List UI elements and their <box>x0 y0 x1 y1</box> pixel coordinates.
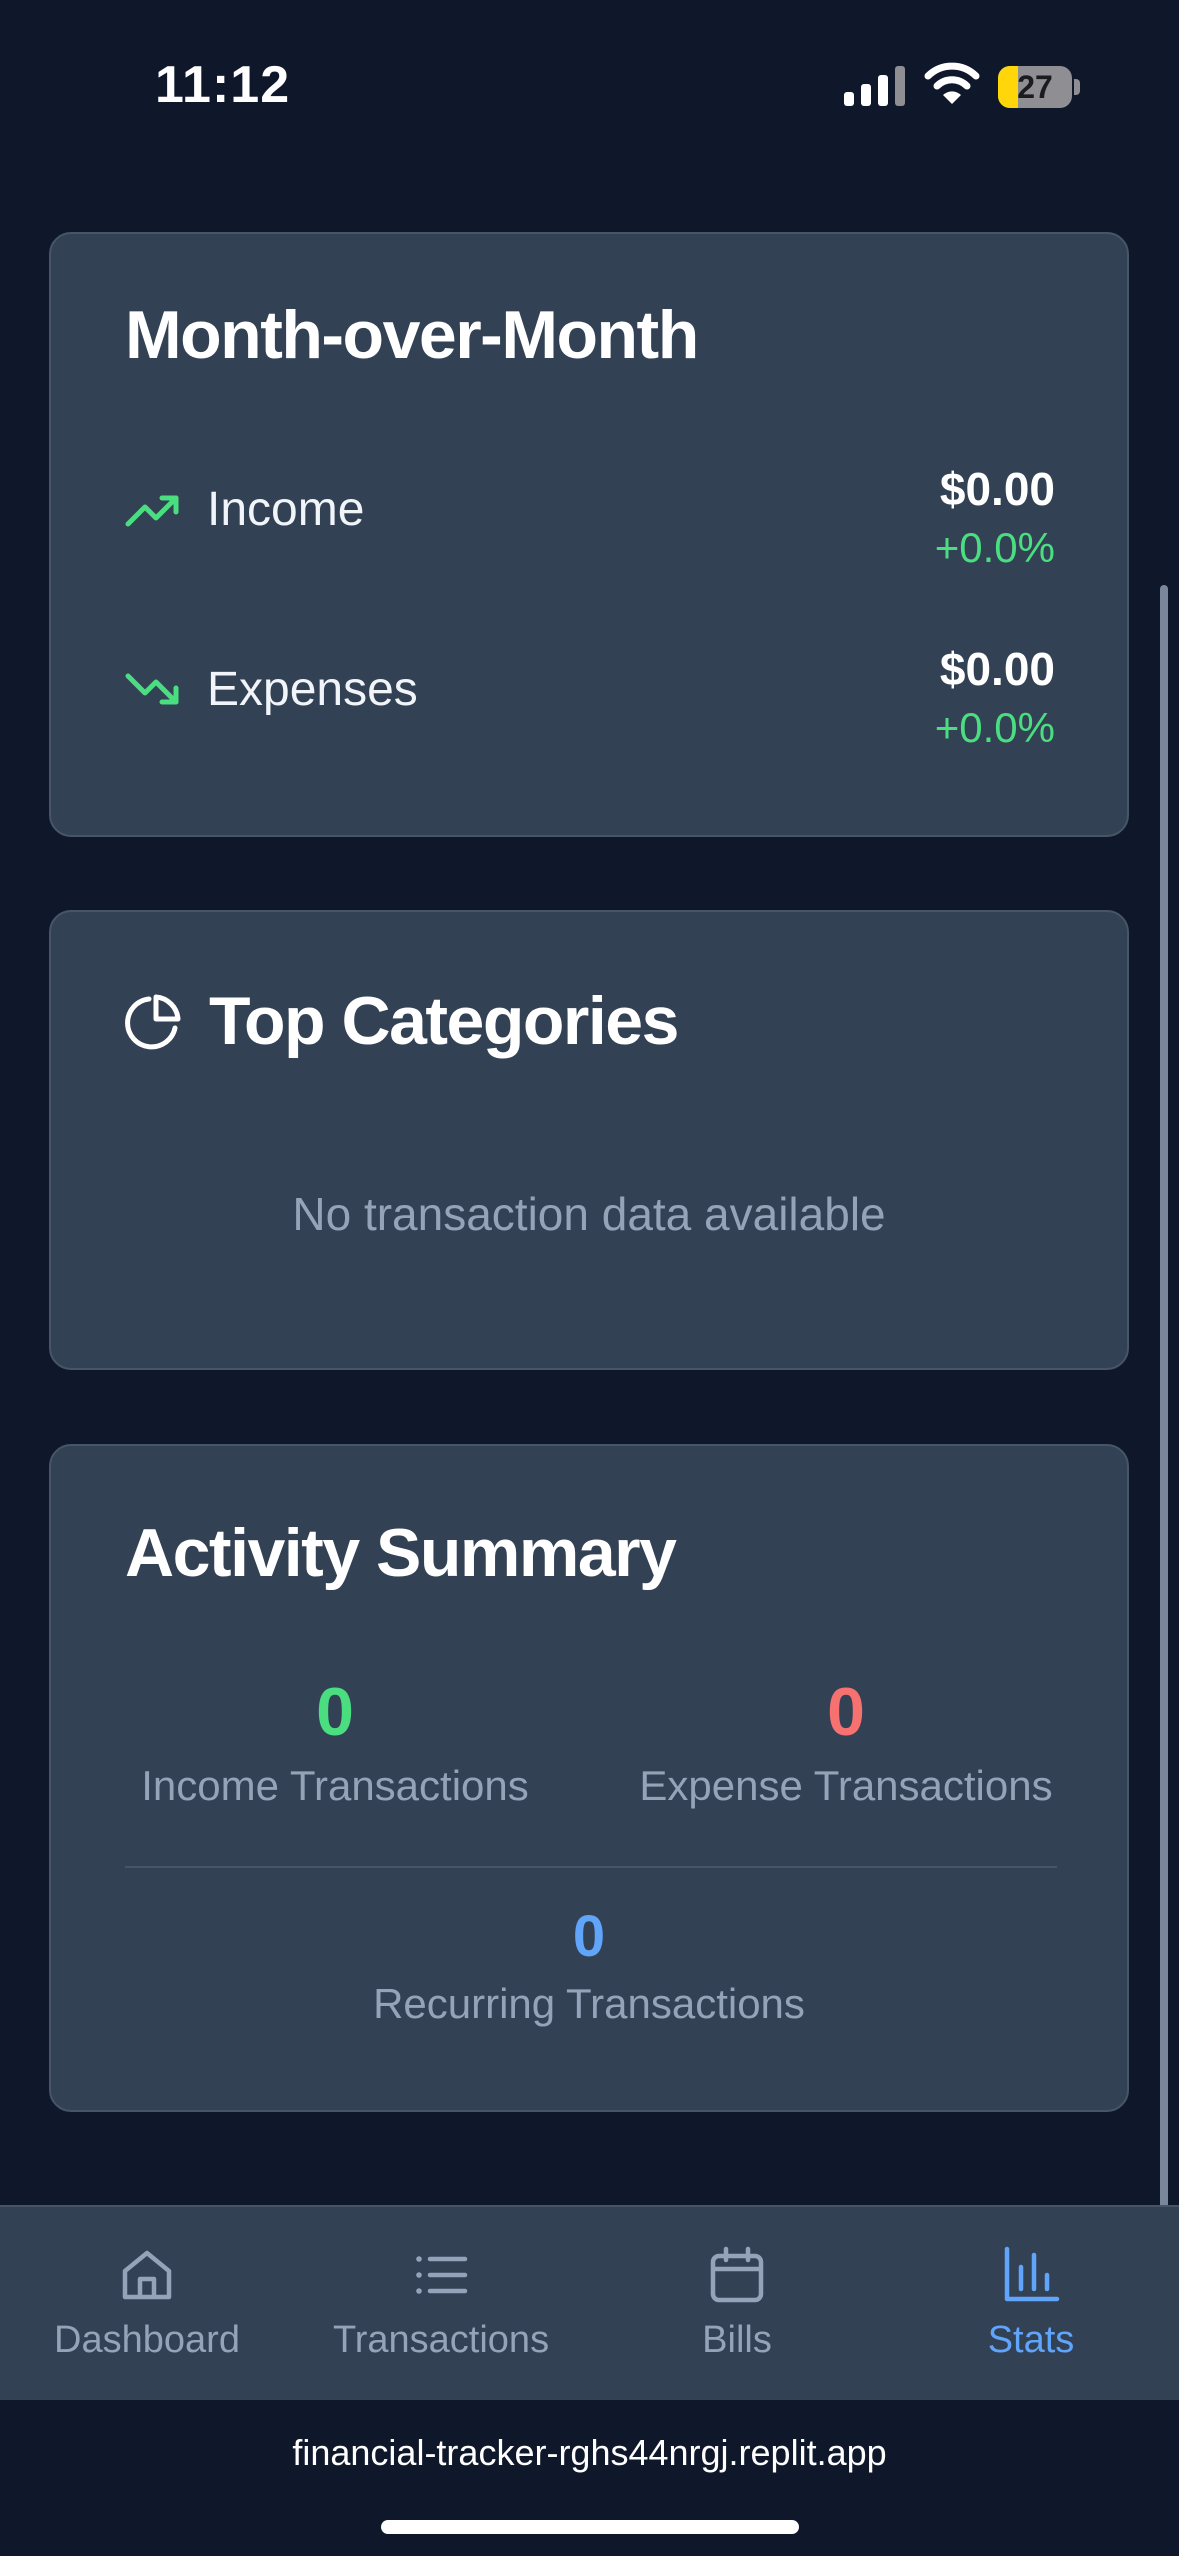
nav-label: Transactions <box>332 2319 550 2361</box>
expense-transactions-count: 0 <box>827 1674 865 1750</box>
nav-item-dashboard[interactable]: Dashboard <box>0 2207 294 2402</box>
cellular-signal-icon <box>844 66 905 106</box>
recurring-transactions-count: 0 <box>572 1904 606 1969</box>
recurring-transactions-stat: 0 Recurring Transactions <box>51 1904 1127 2028</box>
pie-chart-icon <box>125 994 181 1050</box>
income-change: +0.0% <box>934 524 1055 571</box>
bottom-nav: Dashboard Transactions Bills Stats <box>0 2205 1179 2400</box>
top-categories-card: Top Categories No transaction data avail… <box>49 910 1129 1370</box>
card-title: Month-over-Month <box>125 297 699 373</box>
battery-indicator: 27 <box>998 66 1080 108</box>
expenses-amount: $0.00 <box>939 643 1055 695</box>
expense-transactions-stat: 0 Expense Transactions <box>611 1672 1081 1810</box>
income-transactions-stat: 0 Income Transactions <box>125 1672 545 1810</box>
card-title: Top Categories <box>209 983 679 1059</box>
income-amount: $0.00 <box>939 463 1055 515</box>
expense-transactions-label: Expense Transactions <box>639 1762 1053 1809</box>
nav-item-bills[interactable]: Bills <box>590 2207 884 2402</box>
recurring-transactions-label: Recurring Transactions <box>373 1980 805 2027</box>
trending-down-icon <box>125 673 179 705</box>
list-icon <box>416 2256 468 2294</box>
scrollbar[interactable] <box>1160 585 1168 2400</box>
nav-label: Stats <box>987 2319 1075 2361</box>
home-icon <box>122 2250 172 2300</box>
expenses-row: Expenses $0.00 +0.0% <box>125 642 1055 752</box>
calendar-icon <box>710 2246 764 2303</box>
nav-label: Bills <box>702 2319 772 2361</box>
income-transactions-label: Income Transactions <box>141 1762 529 1809</box>
home-indicator[interactable] <box>381 2520 799 2534</box>
wifi-icon <box>924 62 980 104</box>
income-transactions-count: 0 <box>316 1674 354 1750</box>
divider <box>125 1866 1057 1868</box>
nav-item-transactions[interactable]: Transactions <box>294 2207 588 2402</box>
status-bar: 11:12 27 <box>0 0 1179 150</box>
income-label: Income <box>207 483 365 536</box>
nav-label: Dashboard <box>54 2319 240 2361</box>
income-row: Income $0.00 +0.0% <box>125 462 1055 572</box>
nav-item-stats[interactable]: Stats <box>884 2207 1178 2402</box>
battery-level: 27 <box>1017 69 1053 105</box>
card-title: Activity Summary <box>125 1515 677 1591</box>
browser-url-bar[interactable]: financial-tracker-rghs44nrgj.replit.app <box>0 2400 1179 2556</box>
bar-chart-icon <box>1004 2246 1060 2302</box>
expenses-label: Expenses <box>207 663 418 716</box>
url-text[interactable]: financial-tracker-rghs44nrgj.replit.app <box>0 2432 1179 2474</box>
status-time: 11:12 <box>155 56 291 114</box>
empty-state-message: No transaction data available <box>292 1188 886 1240</box>
activity-summary-card: Activity Summary 0 Income Transactions 0… <box>49 1444 1129 2112</box>
expenses-change: +0.0% <box>934 704 1055 751</box>
month-over-month-card: Month-over-Month Income $0.00 +0.0% Expe… <box>49 232 1129 837</box>
trending-up-icon <box>125 495 179 527</box>
